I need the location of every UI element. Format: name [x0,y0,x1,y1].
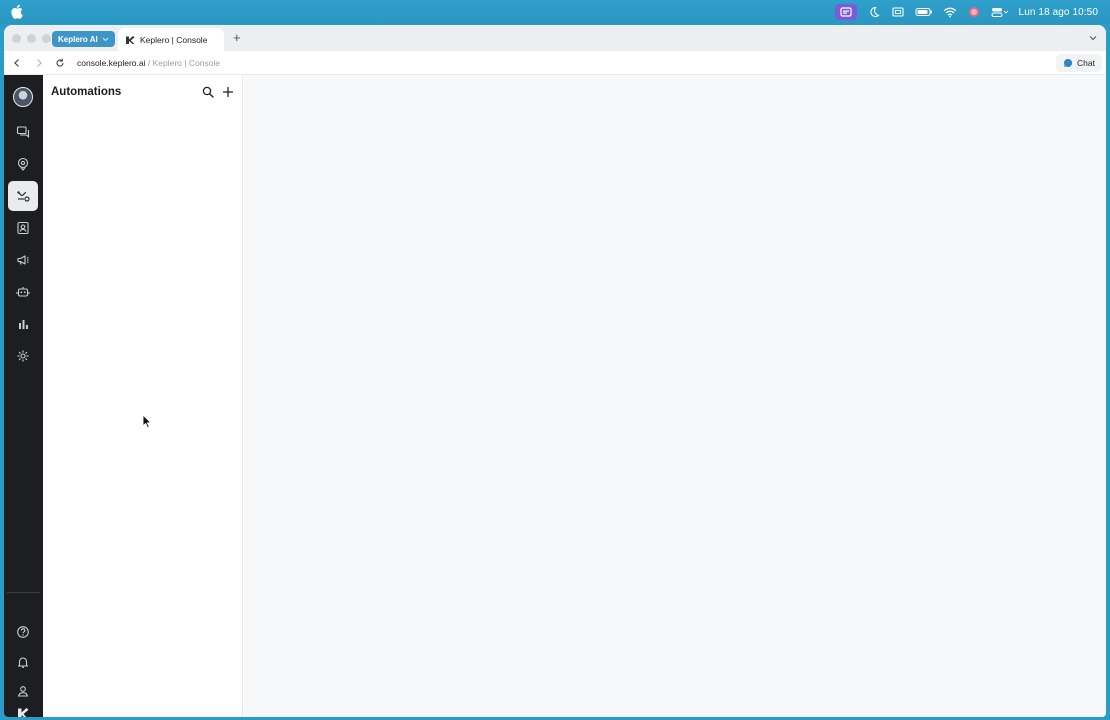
chevron-down-icon [102,37,109,41]
tab-group-label[interactable]: Keplero AI [52,31,115,47]
sidebar-item-contacts[interactable] [8,213,38,243]
workflow-icon [17,191,30,202]
sidebar-item-notifications[interactable] [8,647,38,677]
search-icon [202,86,214,98]
sidebar-item-automations[interactable] [8,181,38,211]
menubar-clock[interactable]: Lun 18 ago 10:50 [1019,7,1098,18]
display-icon[interactable] [891,5,905,19]
sidebar-item-profile[interactable] [8,676,38,706]
bell-icon [17,657,29,668]
keplero-favicon-icon [126,35,135,44]
tab-title: Keplero | Console [140,34,208,45]
user-icon [17,686,29,697]
sidebar-item-analytics[interactable] [8,309,38,339]
minimize-window-button[interactable] [27,34,36,43]
battery-icon[interactable] [915,5,933,19]
tab-group-name: Keplero AI [58,34,98,44]
chat-button[interactable]: Chat [1056,54,1102,72]
panel-title: Automations [51,86,122,98]
automations-panel: Automations [43,75,243,717]
bar-chart-icon [19,320,28,329]
keplero-logo-icon [18,708,29,717]
chat-label: Chat [1077,58,1095,68]
url-page-title: Keplero | Console [152,58,221,68]
mouse-cursor-icon [142,414,152,429]
tab-overview-chevron-icon[interactable] [1088,33,1098,43]
chat-bubble-icon [1064,58,1073,67]
zoom-window-button[interactable] [42,34,51,43]
forward-arrow-icon[interactable] [33,57,45,69]
sidebar-item-settings[interactable] [8,341,38,371]
macos-menubar: Lun 18 ago 10:50 [0,0,1110,24]
sidebar-item-conversations[interactable] [8,117,38,147]
help-circle-icon [17,626,29,638]
moon-icon[interactable] [867,5,881,19]
contact-card-icon [17,221,29,235]
rail-divider [7,592,40,593]
main-content-area [244,75,1106,717]
plus-icon [222,86,234,98]
new-tab-button[interactable]: + [233,31,241,45]
chat-bubbles-icon [16,126,30,139]
browser-window: Keplero AI Keplero | Console + console.k… [4,25,1106,717]
control-center-icon[interactable] [991,5,1009,19]
apple-logo-icon[interactable] [11,4,23,19]
tab-keplero-console[interactable]: Keplero | Console [118,28,224,51]
tab-bar: Keplero AI Keplero | Console + [4,25,1106,51]
url-separator: / [145,58,153,68]
keplero-app: Automations [4,75,1106,717]
sidebar-item-campaigns[interactable] [8,245,38,275]
nav-rail [4,75,43,717]
sidebar-item-agents[interactable] [8,277,38,307]
robot-icon [16,287,30,297]
sidebar-item-knowledge[interactable] [8,149,38,179]
search-button[interactable] [201,85,215,99]
screen-record-icon[interactable] [834,4,857,20]
siri-icon[interactable] [967,5,981,19]
wifi-icon[interactable] [943,5,957,19]
address-bar: console.keplero.ai / Keplero | Console C… [4,51,1106,75]
close-window-button[interactable] [12,34,21,43]
megaphone-icon [17,255,29,265]
back-arrow-icon[interactable] [11,57,23,69]
add-automation-button[interactable] [221,85,235,99]
workspace-avatar[interactable] [13,87,33,107]
url-field[interactable]: console.keplero.ai / Keplero | Console [77,58,220,68]
sidebar-item-help[interactable] [8,617,38,647]
reload-icon[interactable] [54,57,66,69]
window-controls [12,34,51,43]
url-host: console.keplero.ai [77,58,146,68]
location-pin-icon [17,157,29,171]
keplero-logo[interactable] [8,704,38,717]
gear-icon [17,350,29,362]
